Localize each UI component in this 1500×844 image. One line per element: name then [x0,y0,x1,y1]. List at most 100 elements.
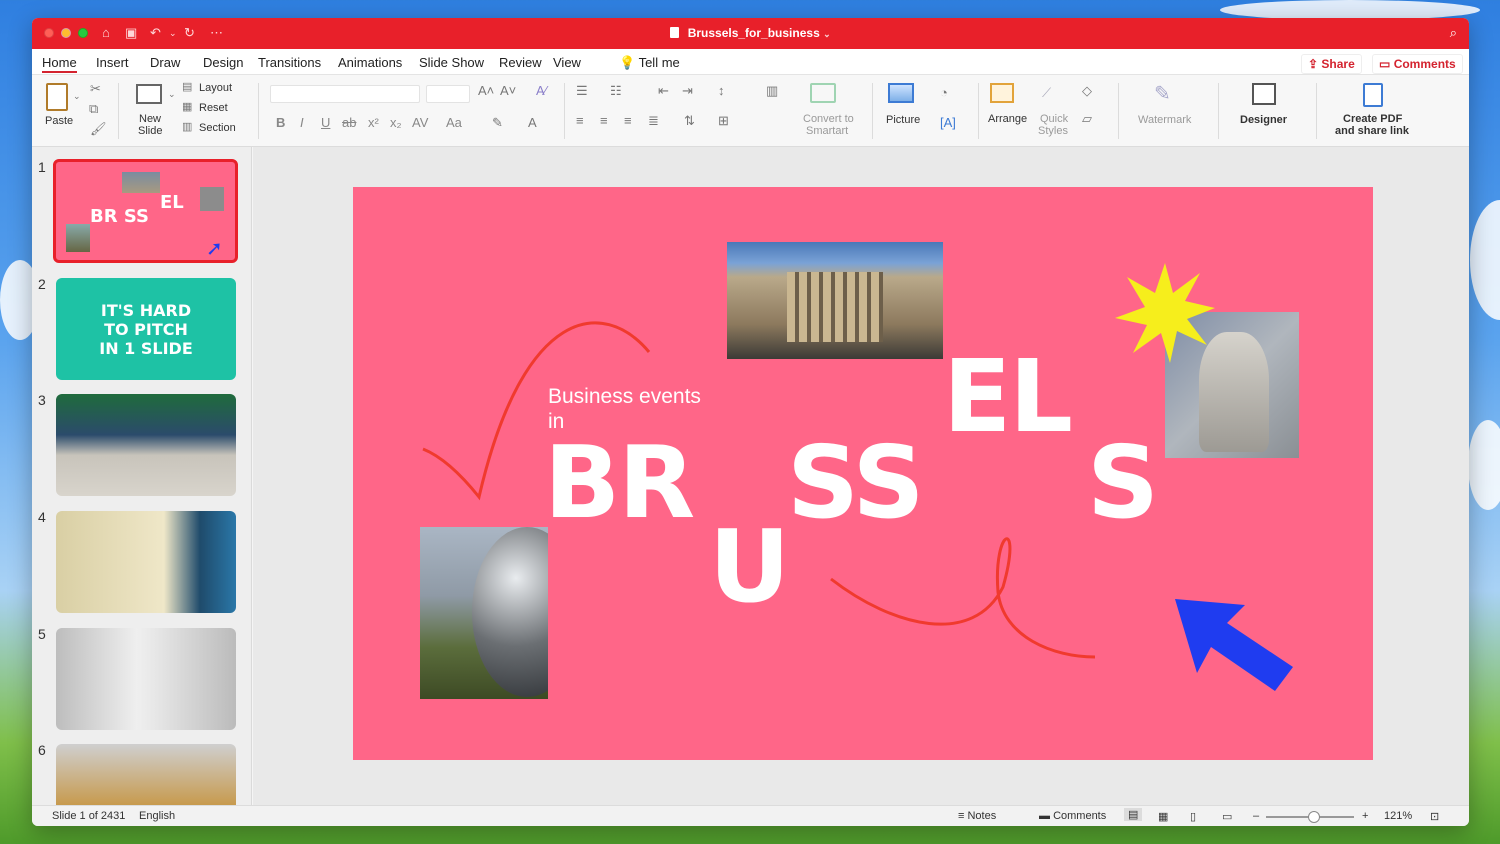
align-text-icon[interactable]: ⊞ [718,113,729,129]
tab-review[interactable]: Review [499,55,542,70]
quick-styles-icon[interactable]: ⟋ [1042,85,1051,101]
slide-subtitle-line-1[interactable]: Business events [548,385,701,409]
slide-thumbnail-3[interactable] [56,394,236,496]
align-right-icon[interactable]: ≡ [624,113,632,128]
slide-thumbnail-5[interactable] [56,628,236,730]
slide-thumbnail-1[interactable]: BR SS EL ➚ [53,159,238,263]
letters-u[interactable]: U [709,517,790,617]
tab-view[interactable]: View [553,55,581,70]
highlight-icon[interactable]: ✎ [492,115,503,131]
section-icon[interactable]: ▥ [182,120,192,133]
decrease-indent-icon[interactable]: ⇤ [658,83,669,99]
superscript-button[interactable]: x² [368,115,379,130]
atomium-photo[interactable] [420,527,548,699]
create-pdf-label-1[interactable]: Create PDF [1343,113,1402,125]
clear-format-icon[interactable]: A⁄ [536,83,547,98]
underline-button[interactable]: U [321,115,330,130]
slide-thumbnail-4[interactable] [56,511,236,613]
fit-to-window-icon[interactable]: ⊡ [1430,810,1439,823]
slideshow-icon[interactable]: ▭ [1222,810,1232,823]
bold-button[interactable]: B [276,115,285,130]
letters-s[interactable]: S [1087,433,1159,533]
zoom-slider-thumb[interactable] [1308,811,1320,823]
picture-button[interactable]: Picture [886,114,920,126]
share-button[interactable]: ⇪ Share [1301,54,1362,74]
tab-insert[interactable]: Insert [96,55,129,70]
increase-indent-icon[interactable]: ⇥ [682,83,693,99]
zoom-level[interactable]: 121% [1384,810,1412,822]
notes-button[interactable]: ≡ Notes [958,810,996,822]
building-photo[interactable] [727,242,943,359]
font-color-icon[interactable]: A [528,115,537,130]
reset-button[interactable]: Reset [199,102,228,114]
paste-dropdown-icon[interactable]: ⌄ [73,91,81,102]
fill-icon[interactable]: ◇ [1082,83,1092,99]
character-spacing-button[interactable]: AV [412,115,428,130]
font-family-select[interactable] [270,85,420,103]
section-button[interactable]: Section [199,122,236,134]
justify-icon[interactable]: ≣ [648,113,659,129]
letters-ss[interactable]: SS [787,433,925,533]
numbering-icon[interactable]: ☷ [610,83,622,99]
copy-icon[interactable]: ⧉ [89,101,98,117]
columns-icon[interactable]: ▥ [766,83,778,99]
layout-icon[interactable]: ▤ [182,80,192,93]
change-case-button[interactable]: Aa [446,115,462,130]
zoom-slider[interactable] [1266,811,1354,823]
watermark-button[interactable]: Watermark [1138,114,1191,126]
align-left-icon[interactable]: ≡ [576,113,584,128]
shapes-icon[interactable]: ◔ [940,85,948,100]
tab-home[interactable]: Home [42,55,77,73]
arrange-icon[interactable] [990,83,1014,103]
letters-el[interactable]: EL [943,347,1073,447]
picture-icon[interactable] [888,83,914,103]
slide-thumbnails-panel[interactable]: 1 BR SS EL ➚ 2 IT'S HARD TO PITCH IN 1 S… [32,147,252,805]
italic-button[interactable]: I [300,115,304,130]
letters-br[interactable]: BR [544,433,695,533]
watermark-icon[interactable]: ✎ [1154,81,1171,106]
text-direction-icon[interactable]: ⇅ [684,113,695,129]
slide-editor[interactable]: Business events in BR U SS EL S [253,147,1469,805]
decrease-font-icon[interactable]: A˅ [500,83,516,98]
new-slide-icon[interactable] [136,84,162,104]
tab-design[interactable]: Design [203,55,243,70]
increase-font-icon[interactable]: A˄ [478,83,494,98]
tab-transitions[interactable]: Transitions [258,55,321,70]
subscript-button[interactable]: x₂ [390,115,402,130]
cut-icon[interactable]: ✂ [90,81,101,97]
bullets-icon[interactable]: ☰ [576,83,588,99]
normal-view-icon[interactable]: ▤ [1124,808,1143,821]
designer-button[interactable]: Designer [1240,114,1287,126]
comments-button[interactable]: ▭ Comments [1372,54,1463,74]
arrange-button[interactable]: Arrange [988,113,1027,125]
align-center-icon[interactable]: ≡ [600,113,608,128]
format-painter-icon[interactable]: 🖌 [90,121,107,137]
designer-icon[interactable] [1252,83,1276,105]
reading-view-icon[interactable]: ▯ [1190,810,1196,823]
search-icon[interactable]: ⌕ [1450,25,1457,41]
strikethrough-button[interactable]: ab [342,115,356,130]
layout-button[interactable]: Layout [199,82,232,94]
smartart-icon[interactable] [810,83,836,103]
comments-status-button[interactable]: ▬ Comments [1039,810,1106,822]
outline-icon[interactable]: ▱ [1082,111,1092,127]
pdf-icon[interactable] [1363,83,1383,107]
slide-sorter-icon[interactable]: ▦ [1158,810,1168,823]
textbox-icon[interactable]: [A] [940,115,956,130]
slide-thumbnail-2[interactable]: IT'S HARD TO PITCH IN 1 SLIDE [56,278,236,380]
tab-slide-show[interactable]: Slide Show [419,55,484,70]
create-pdf-label-2[interactable]: and share link [1335,125,1409,137]
current-slide[interactable]: Business events in BR U SS EL S [353,187,1373,760]
zoom-in-button[interactable]: + [1362,810,1368,822]
paste-icon[interactable] [46,83,68,111]
line-spacing-icon[interactable]: ↕ [718,83,725,98]
tab-draw[interactable]: Draw [150,55,180,70]
title-chevron-icon[interactable]: ⌄ [823,29,831,39]
language-indicator[interactable]: English [139,810,175,822]
new-slide-dropdown-icon[interactable]: ⌄ [168,89,176,100]
tab-animations[interactable]: Animations [338,55,402,70]
tell-me[interactable]: 💡 Tell me [619,55,680,71]
slide-thumbnail-6[interactable] [56,744,236,805]
font-size-select[interactable] [426,85,470,103]
zoom-out-button[interactable]: – [1253,810,1259,822]
